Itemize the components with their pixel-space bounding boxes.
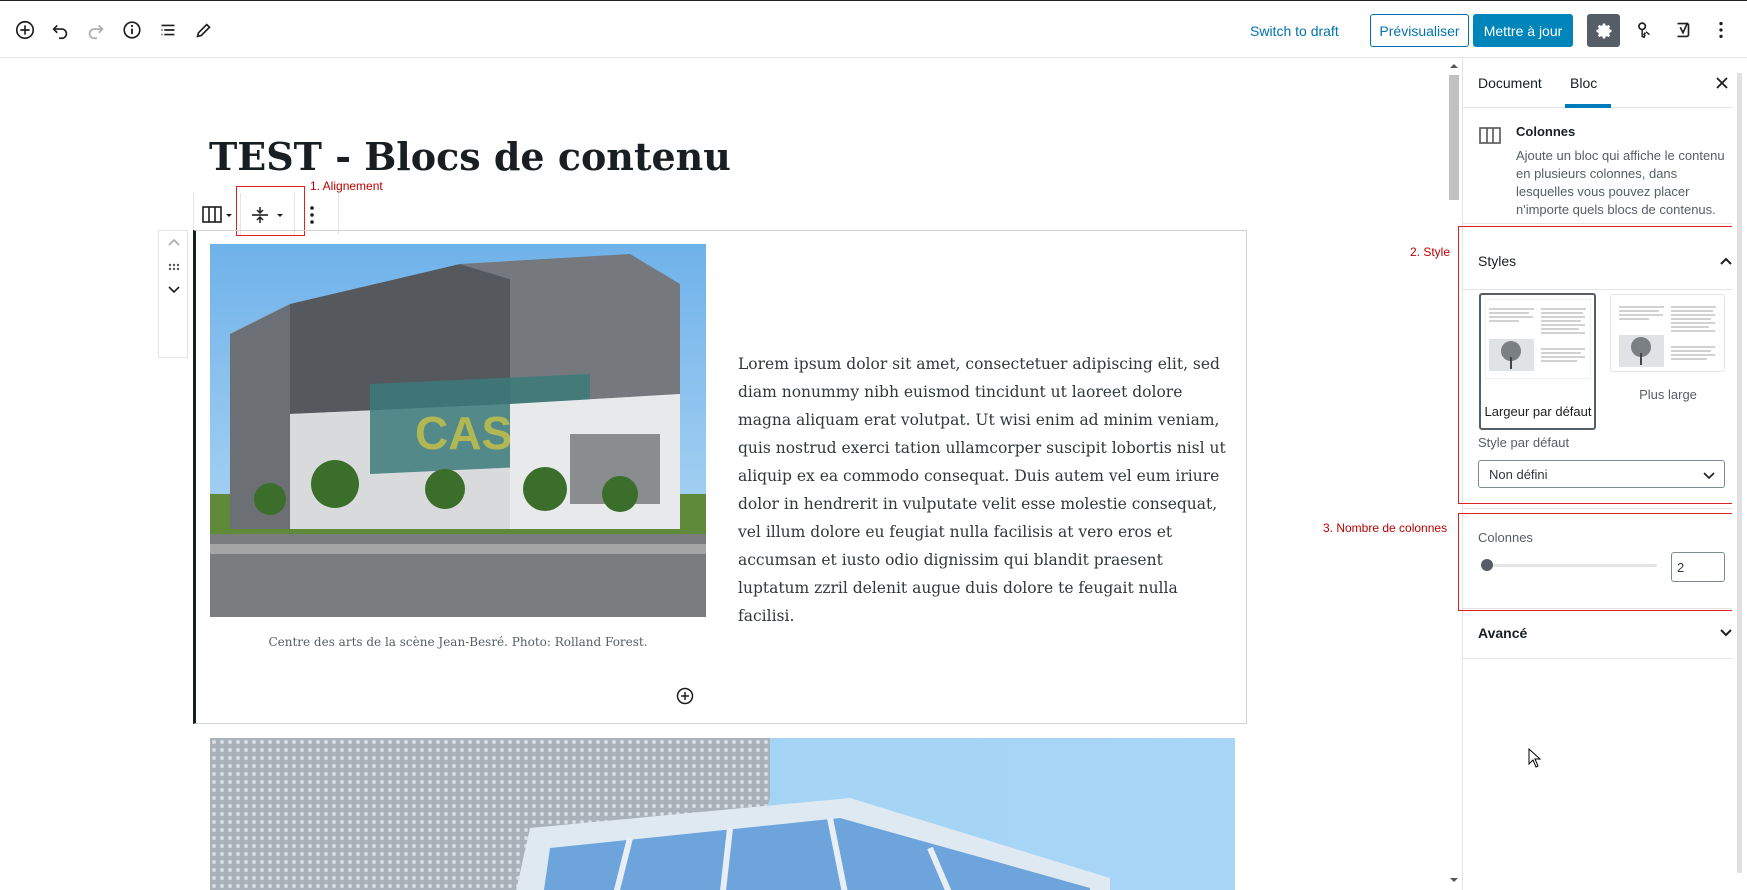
redo-icon[interactable] [81,15,111,45]
sidebar-scrollbar[interactable] [1732,58,1747,890]
active-tab-indicator [1565,104,1611,108]
image-caption[interactable]: Centre des arts de la scène Jean-Besré. … [210,635,706,649]
editor-scrollbar-thumb[interactable] [1449,75,1459,200]
block-card-description: Ajoute un bloc qui affiche le contenu en… [1516,148,1725,217]
block-mover [158,230,188,358]
annotation-style: 2. Style [1410,245,1451,259]
yoast-icon[interactable] [1668,15,1698,45]
move-up-icon[interactable] [166,235,182,251]
columns-card-icon [1479,126,1501,146]
annotation-alignment: 1. Alignement [310,179,383,193]
post-title[interactable]: TEST - Blocs de contenu [209,134,731,179]
add-block-inline-icon[interactable] [675,686,695,706]
drag-handle-icon[interactable] [166,259,182,275]
close-sidebar-icon[interactable] [1713,74,1731,92]
seo-key-icon[interactable] [1629,15,1659,45]
annotation-box-columns [1458,513,1736,611]
paragraph-block[interactable]: Lorem ipsum dolor sit amet, consectetuer… [738,350,1234,630]
block-card-title: Colonnes [1516,124,1576,139]
undo-icon[interactable] [45,15,75,45]
advanced-panel-header[interactable]: Avancé [1478,625,1527,641]
sidebar-tabs: Document Bloc [1463,58,1747,108]
add-block-icon[interactable] [10,15,40,45]
edit-pencil-icon[interactable] [189,15,219,45]
annotation-box-style [1458,226,1736,504]
preview-button[interactable]: Prévisualiser [1370,14,1469,47]
annotation-box-alignment [236,186,305,236]
editor-top-bar: Switch to draft Prévisualiser Mettre à j… [0,0,1747,58]
move-down-icon[interactable] [166,281,182,297]
mouse-cursor-icon [1528,747,1542,768]
tab-document[interactable]: Document [1478,75,1542,91]
annotation-columns: 3. Nombre de colonnes [1323,521,1448,535]
update-button[interactable]: Mettre à jour [1473,14,1573,47]
settings-gear-icon[interactable] [1587,14,1620,47]
list-view-icon[interactable] [153,15,183,45]
tab-block[interactable]: Bloc [1570,75,1597,91]
info-icon[interactable] [117,15,147,45]
building-photo-2[interactable] [210,738,1235,890]
building-photo[interactable]: CAS.JB [210,244,706,617]
columns-block-icon[interactable] [202,205,234,225]
block-more-options-icon[interactable] [302,203,322,227]
more-options-icon[interactable] [1706,15,1736,45]
editor-canvas: TEST - Blocs de contenu 1. Alignement CA… [0,58,1446,890]
switch-to-draft-button[interactable]: Switch to draft [1250,17,1339,45]
